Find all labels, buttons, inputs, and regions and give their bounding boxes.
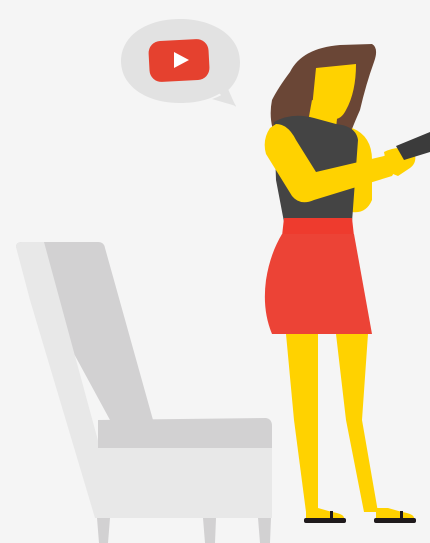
illustration-canvas xyxy=(0,0,430,543)
leg-right xyxy=(336,334,378,512)
chair-leg-middle xyxy=(203,518,216,543)
scene-svg xyxy=(16,19,430,543)
shoe-left xyxy=(304,518,346,523)
foot-right xyxy=(376,508,414,518)
shoe-strap-left xyxy=(330,511,333,519)
chair-leg-right xyxy=(258,518,271,543)
chair-seat xyxy=(98,418,272,448)
chair-leg-left xyxy=(97,518,110,543)
woman-figure xyxy=(264,44,430,523)
armchair xyxy=(16,242,272,543)
skirt xyxy=(264,234,372,334)
youtube-play-icon xyxy=(148,39,210,82)
shoe-right xyxy=(374,518,416,523)
leg-left xyxy=(286,334,318,512)
shoe-strap-right xyxy=(400,511,403,519)
foot-left xyxy=(306,508,344,518)
waist-belt xyxy=(282,218,354,236)
